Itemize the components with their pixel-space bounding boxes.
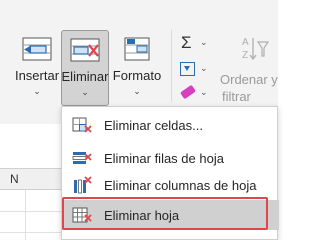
sort-filter-label: Ordenar y filtrar <box>220 71 290 105</box>
menu-item-label: Eliminar filas de hoja <box>104 150 224 166</box>
svg-text:A: A <box>242 37 249 48</box>
column-header[interactable]: N <box>0 168 62 190</box>
sort-filter-icon: A Z <box>242 37 270 61</box>
svg-text:Z: Z <box>242 50 248 61</box>
chevron-down-icon: ⌄ <box>133 86 141 96</box>
format-cells-icon <box>124 37 150 61</box>
delete-cells-icon <box>70 38 100 62</box>
delete-button-label: Eliminar <box>61 69 109 84</box>
menu-item-label: Eliminar columnas de hoja <box>104 177 257 193</box>
menu-item-delete-rows[interactable]: Eliminar filas de hoja <box>62 143 279 173</box>
menu-item-delete-cells[interactable]: Eliminar celdas... <box>62 110 279 140</box>
chevron-down-icon[interactable]: ⌄ <box>200 87 208 98</box>
format-button-label: Formato <box>112 68 162 83</box>
chevron-down-icon[interactable]: ⌄ <box>200 37 208 48</box>
insert-cells-icon <box>22 37 52 61</box>
fill-icon[interactable] <box>180 62 195 76</box>
menu-item-delete-columns[interactable]: Eliminar columnas de hoja <box>62 170 279 200</box>
group-divider <box>171 30 172 102</box>
insert-button-label: Insertar <box>14 68 60 83</box>
eraser-icon[interactable] <box>179 84 197 100</box>
sort-filter-label-line1: Ordenar y <box>220 72 278 87</box>
chevron-down-icon: ⌄ <box>81 87 89 97</box>
grid-line <box>25 190 26 240</box>
chevron-down-icon: ⌄ <box>33 86 41 96</box>
delete-button[interactable]: Eliminar ⌄ <box>61 30 109 106</box>
grid-line <box>0 211 62 212</box>
format-button[interactable]: Formato ⌄ <box>111 30 163 106</box>
chevron-down-icon[interactable]: ⌄ <box>200 63 208 74</box>
delete-rows-icon <box>72 152 92 164</box>
insert-button[interactable]: Insertar ⌄ <box>14 30 60 106</box>
grid-line <box>0 232 62 233</box>
menu-item-label: Eliminar celdas... <box>104 117 203 133</box>
delete-cells-icon <box>72 117 92 133</box>
delete-columns-icon <box>74 176 92 194</box>
column-header-label: N <box>10 172 19 186</box>
autosum-icon[interactable]: Σ <box>181 33 192 53</box>
sort-filter-label-line2: filtrar <box>222 89 251 104</box>
highlight-annotation <box>62 197 268 230</box>
